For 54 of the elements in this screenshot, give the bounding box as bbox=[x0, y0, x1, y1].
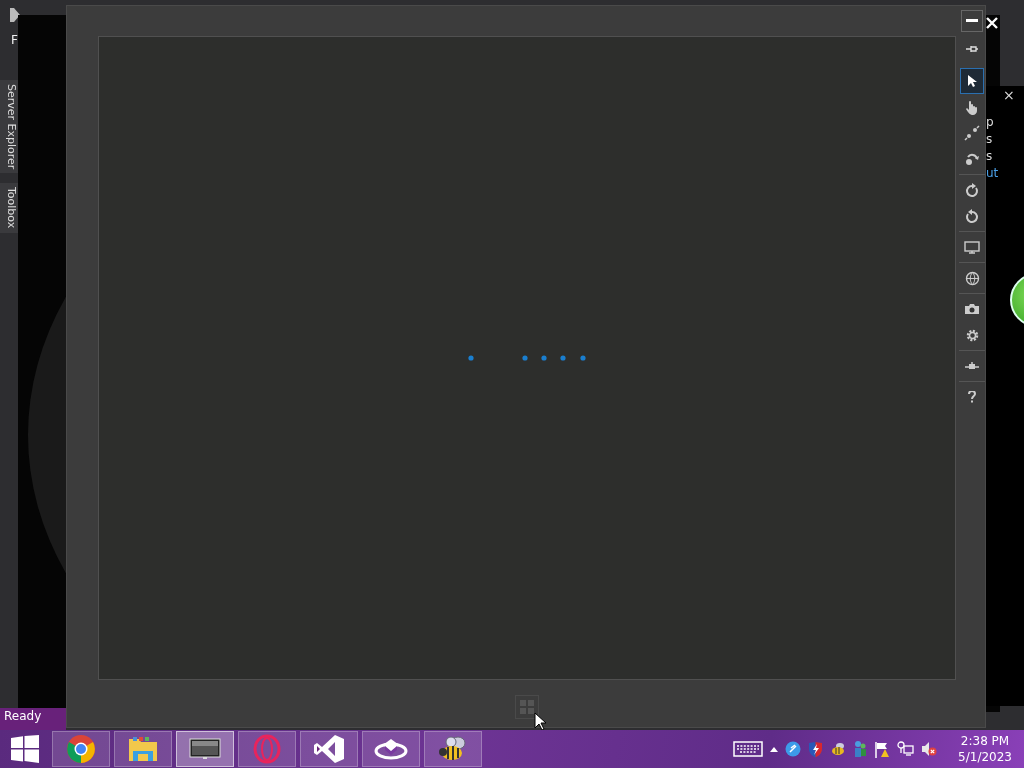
panel-close-button[interactable]: × bbox=[1003, 87, 1015, 103]
globe-icon bbox=[964, 270, 980, 286]
clock-time[interactable]: 2:38 PM bbox=[960, 733, 1010, 749]
minimize-button[interactable] bbox=[961, 10, 983, 32]
shield-icon[interactable] bbox=[808, 740, 824, 758]
windows-button[interactable] bbox=[515, 695, 539, 719]
ring-icon bbox=[252, 734, 282, 764]
side-tab[interactable]: Server Explorer bbox=[0, 80, 18, 174]
panel-text: p bbox=[986, 114, 995, 131]
menu-item[interactable]: F bbox=[11, 33, 18, 47]
help-icon bbox=[968, 391, 976, 403]
taskbar-app-button[interactable] bbox=[362, 731, 420, 767]
taskbar-app-button[interactable] bbox=[300, 731, 358, 767]
rotate-counterclockwise-icon bbox=[965, 208, 979, 224]
camera-icon bbox=[964, 303, 980, 315]
browser-icon bbox=[66, 734, 96, 764]
pointer-tool[interactable] bbox=[960, 68, 984, 94]
taskbar-app-button[interactable] bbox=[424, 731, 482, 767]
mouse-pointer-icon bbox=[534, 712, 546, 731]
taskbar-app-button[interactable] bbox=[114, 731, 172, 767]
windows-logo-icon bbox=[11, 735, 39, 763]
bee-icon[interactable] bbox=[830, 742, 847, 756]
taskbar-app-button[interactable] bbox=[52, 731, 110, 767]
network-icon[interactable] bbox=[897, 741, 915, 757]
monitor-icon bbox=[189, 738, 221, 760]
rotate-touch-icon bbox=[964, 152, 980, 166]
keyboard-icon[interactable] bbox=[733, 741, 764, 757]
taskbar-app-button[interactable] bbox=[176, 731, 234, 767]
panel-text: ut bbox=[986, 165, 999, 182]
logo-icon bbox=[10, 8, 20, 22]
rotate-clockwise-icon bbox=[965, 182, 979, 198]
flag-warning-icon[interactable] bbox=[874, 740, 891, 758]
folder-icon bbox=[127, 735, 159, 763]
speaker-muted-icon[interactable] bbox=[921, 741, 938, 757]
pointer-icon bbox=[967, 74, 977, 88]
monitor-icon bbox=[964, 240, 980, 254]
planet-icon bbox=[374, 736, 408, 762]
people-icon[interactable] bbox=[853, 740, 868, 758]
close-icon bbox=[986, 16, 998, 29]
round-app-icon[interactable] bbox=[785, 741, 802, 757]
infinity-loop-icon bbox=[313, 734, 345, 764]
minimize-icon bbox=[966, 19, 978, 23]
hand-icon bbox=[965, 99, 979, 115]
pin-icon bbox=[965, 44, 979, 54]
network-icon bbox=[964, 361, 980, 371]
settings-icon bbox=[964, 327, 980, 343]
clock-date[interactable]: 5/1/2023 bbox=[958, 749, 1012, 765]
show-hidden-icons-icon[interactable] bbox=[770, 746, 779, 752]
side-tab[interactable]: Toolbox bbox=[0, 183, 18, 233]
status-text: Ready bbox=[0, 708, 66, 730]
panel-text: s bbox=[986, 148, 994, 165]
panel-text: s bbox=[986, 131, 994, 148]
windows-logo-icon bbox=[520, 700, 534, 714]
pinch-icon bbox=[964, 125, 980, 141]
